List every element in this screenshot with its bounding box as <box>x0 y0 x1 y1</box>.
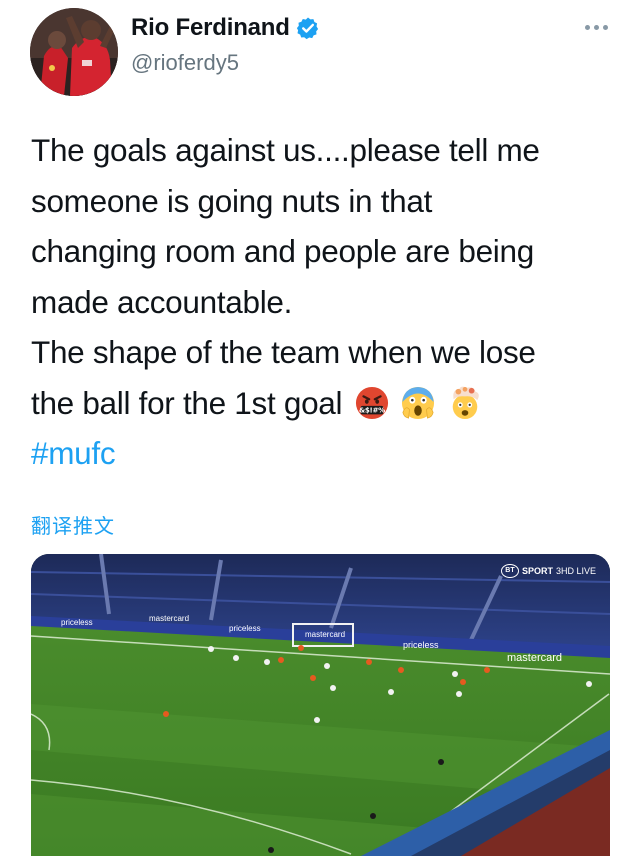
ad-board-text: priceless <box>61 618 93 627</box>
translate-tweet-link[interactable]: 翻译推文 <box>31 510 115 539</box>
tweet-line: changing room and people are being <box>31 233 534 269</box>
bt-logo-icon: BT <box>500 564 519 578</box>
face-with-symbols-on-mouth-icon: &$!#% <box>355 386 388 419</box>
profile-photo-icon <box>30 8 118 96</box>
svg-text:&$!#%: &$!#% <box>359 405 385 414</box>
author-handle[interactable]: @rioferdy5 <box>131 50 239 76</box>
tweet-line: someone is going nuts in that <box>31 182 433 219</box>
tweet-line: the ball for the 1st goal <box>31 384 343 421</box>
broadcaster-name: SPORT <box>521 566 553 576</box>
ad-board-text: mastercard <box>305 630 346 639</box>
face-screaming-in-fear-icon <box>402 386 435 419</box>
broadcaster-logo: BT SPORT 3HD LIVE <box>500 564 596 578</box>
ad-board-text: mastercard <box>149 614 190 623</box>
author-name-row: Rio Ferdinand <box>131 14 320 42</box>
ad-board-text: priceless <box>403 640 439 650</box>
tweet-text: The goals against us....please tell me s… <box>31 125 621 479</box>
broadcaster-channel: 3HD LIVE <box>555 566 596 576</box>
football-match-image <box>31 554 610 856</box>
tweet-line: made accountable. <box>31 283 293 320</box>
hashtag-link[interactable]: #mufc <box>31 428 116 479</box>
tweet-line: The goals against us....please tell me <box>31 132 540 168</box>
avatar[interactable] <box>30 8 118 96</box>
tweet-line: The shape of the team when we lose <box>31 334 536 370</box>
ad-board-text: mastercard <box>507 652 563 664</box>
tweet-line-with-emojis: the ball for the 1st goal &$!#% <box>31 378 621 429</box>
more-options-icon[interactable] <box>584 22 610 34</box>
tweet-media-image[interactable]: BT SPORT 3HD LIVE priceless mastercard p… <box>31 554 610 856</box>
ad-board-text: priceless <box>229 624 261 633</box>
author-display-name[interactable]: Rio Ferdinand <box>131 14 290 42</box>
verified-badge-icon <box>296 17 318 40</box>
exploding-head-icon <box>452 386 479 419</box>
